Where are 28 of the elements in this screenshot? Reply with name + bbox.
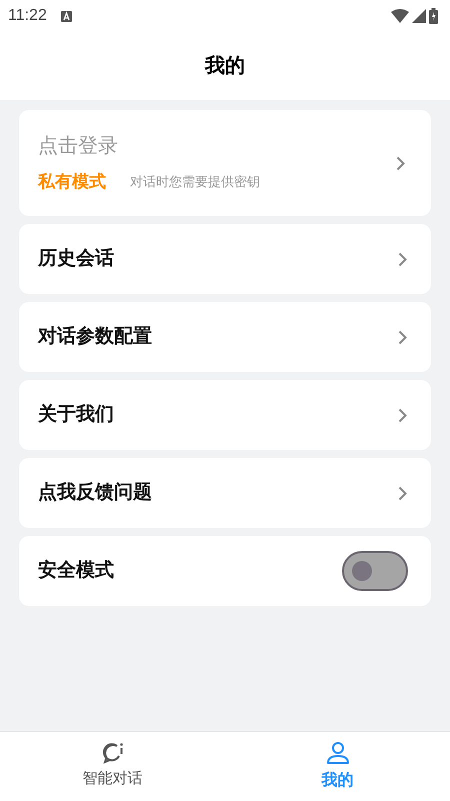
menu-item[interactable]: 历史会话 (19, 224, 431, 294)
notification-icon (60, 10, 72, 22)
menu-label: 安全模式 (38, 558, 114, 583)
wifi-icon (391, 9, 409, 23)
mode-hint: 对话时您需要提供密钥 (130, 173, 260, 192)
menu-item[interactable]: 点我反馈问题 (19, 458, 431, 528)
battery-icon (429, 8, 438, 24)
menu-label: 历史会话 (38, 246, 114, 271)
menu-item[interactable]: 关于我们 (19, 380, 431, 450)
menu-item[interactable]: 对话参数配置 (19, 302, 431, 372)
chevron-right-icon (398, 330, 407, 344)
tab[interactable]: 智能对话 (0, 732, 225, 801)
chat-bubble-icon (102, 742, 124, 764)
menu-item[interactable]: 安全模式 (19, 536, 431, 606)
page-title: 我的 (205, 54, 245, 79)
person-icon (326, 740, 350, 764)
chevron-right-icon (398, 408, 407, 422)
chevron-right-icon (396, 156, 405, 170)
chevron-right-icon (398, 486, 407, 500)
chevron-right-icon (398, 252, 407, 266)
status-time: 11:22 (8, 6, 47, 26)
login-title: 点击登录 (38, 134, 119, 160)
menu-label: 对话参数配置 (38, 324, 152, 349)
mode-label: 私有模式 (38, 171, 106, 194)
toggle-switch[interactable] (342, 551, 408, 591)
menu-label: 关于我们 (38, 402, 114, 427)
signal-icon (412, 9, 426, 23)
menu-label: 点我反馈问题 (38, 480, 152, 505)
